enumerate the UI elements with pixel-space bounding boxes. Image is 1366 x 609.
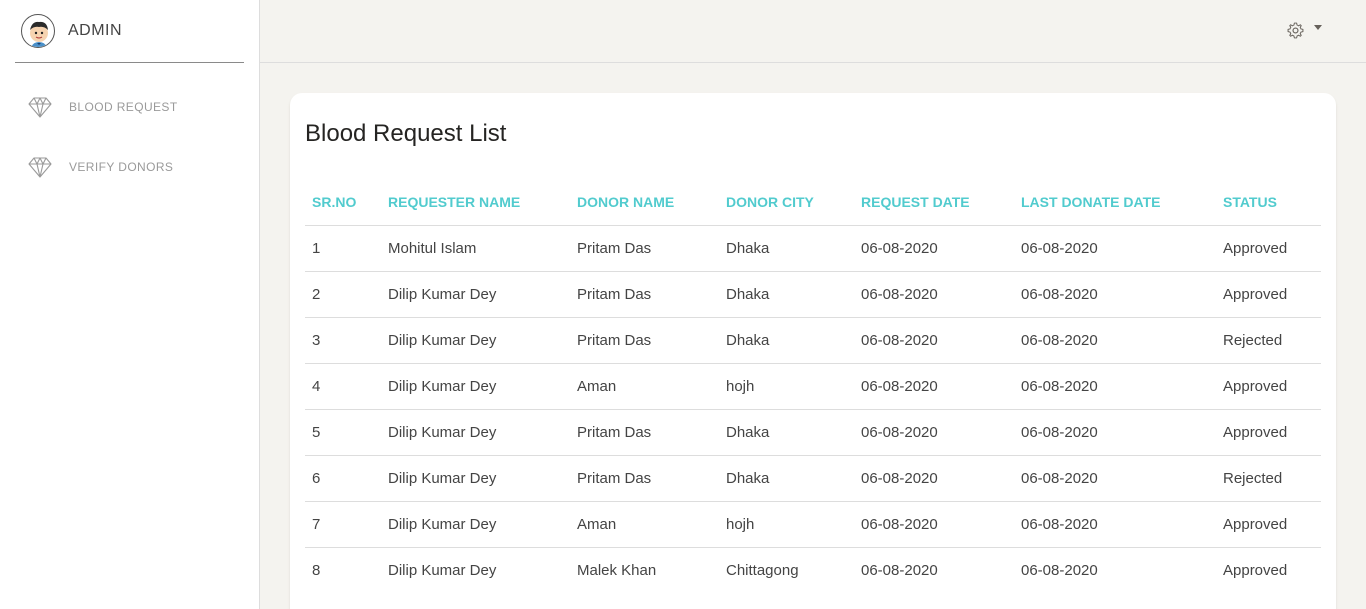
blood-request-table: SR.NO REQUESTER NAME DONOR NAME DONOR CITY R… bbox=[305, 179, 1321, 593]
table-row[interactable]: 4 Dilip Kumar Dey Aman hojh 06-08-2020 06-08-… bbox=[305, 362, 1321, 409]
avatar bbox=[21, 14, 55, 48]
table-cell: 06-08-2020 bbox=[854, 454, 1014, 501]
sidebar-nav: BLOOD REQUEST VERIFY DONORS bbox=[0, 77, 260, 197]
table-cell: Rejected bbox=[1216, 454, 1321, 501]
table-cell: 06-08-2020 bbox=[1014, 408, 1216, 455]
table-cell: 06-08-2020 bbox=[854, 408, 1014, 455]
table-cell: 06-08-2020 bbox=[1014, 546, 1216, 593]
table-row[interactable]: 3 Dilip Kumar Dey Pritam Das Dhaka 06-08-202… bbox=[305, 316, 1321, 363]
table-cell: 06-08-2020 bbox=[854, 546, 1014, 593]
sidebar-item-label: BLOOD REQUEST bbox=[69, 100, 178, 114]
table-cell: Dhaka bbox=[719, 408, 854, 455]
table-cell: Dilip Kumar Dey bbox=[381, 408, 570, 455]
table-cell: 06-08-2020 bbox=[1014, 500, 1216, 547]
table-cell: hojh bbox=[719, 362, 854, 409]
table-cell: Dilip Kumar Dey bbox=[381, 362, 570, 409]
table-cell: Rejected bbox=[1216, 316, 1321, 363]
table-cell: 3 bbox=[305, 316, 381, 363]
chevron-down-icon bbox=[1314, 25, 1322, 30]
table-cell: Malek Khan bbox=[570, 546, 719, 593]
sidebar: ADMIN BLOOD REQUEST VERIFY DONORS bbox=[0, 0, 260, 609]
table-cell: Pritam Das bbox=[570, 408, 719, 455]
table-cell: 06-08-2020 bbox=[854, 224, 1014, 271]
sidebar-item-label: VERIFY DONORS bbox=[69, 160, 174, 174]
table-cell: 06-08-2020 bbox=[1014, 224, 1216, 271]
settings-dropdown-button[interactable] bbox=[1287, 22, 1322, 39]
table-cell: 1 bbox=[305, 224, 381, 271]
table-cell: Approved bbox=[1216, 500, 1321, 547]
table-row[interactable]: 7 Dilip Kumar Dey Aman hojh 06-08-2020 06-08-… bbox=[305, 500, 1321, 547]
column-header: DONOR CITY bbox=[726, 193, 814, 210]
blood-request-card: Blood Request List SR.NO REQUESTER NAME DO… bbox=[290, 93, 1336, 609]
table-cell: Dilip Kumar Dey bbox=[381, 546, 570, 593]
column-header: DONOR NAME bbox=[577, 193, 675, 210]
brand-name: ADMIN bbox=[68, 22, 123, 39]
table-cell: Dilip Kumar Dey bbox=[381, 316, 570, 363]
table-header-row: SR.NO REQUESTER NAME DONOR NAME DONOR CITY R… bbox=[305, 179, 1321, 225]
table-cell: Mohitul Islam bbox=[381, 224, 570, 271]
table-cell: Pritam Das bbox=[570, 270, 719, 317]
sidebar-item-verify-donors[interactable]: VERIFY DONORS bbox=[0, 137, 260, 197]
table-cell: 4 bbox=[305, 362, 381, 409]
table-row[interactable]: 8 Dilip Kumar Dey Malek Khan Chittagong 06-0… bbox=[305, 546, 1321, 593]
brand[interactable]: ADMIN bbox=[15, 0, 244, 63]
table-row[interactable]: 1 Mohitul Islam Pritam Das Dhaka 06-08-2020 0… bbox=[305, 224, 1321, 271]
table-cell: hojh bbox=[719, 500, 854, 547]
table-cell: 6 bbox=[305, 454, 381, 501]
table-cell: 5 bbox=[305, 408, 381, 455]
table-row[interactable]: 6 Dilip Kumar Dey Pritam Das Dhaka 06-08-202… bbox=[305, 454, 1321, 501]
table-cell: Approved bbox=[1216, 224, 1321, 271]
table-cell: 8 bbox=[305, 546, 381, 593]
column-header: REQUEST DATE bbox=[861, 193, 970, 210]
table-cell: Dhaka bbox=[719, 224, 854, 271]
table-cell: 06-08-2020 bbox=[1014, 454, 1216, 501]
table-cell: 06-08-2020 bbox=[854, 316, 1014, 363]
table-cell: Dilip Kumar Dey bbox=[381, 454, 570, 501]
table-cell: 06-08-2020 bbox=[854, 362, 1014, 409]
table-cell: 06-08-2020 bbox=[854, 500, 1014, 547]
table-cell: Pritam Das bbox=[570, 454, 719, 501]
column-header: SR.NO bbox=[312, 193, 357, 210]
page-title: Blood Request List bbox=[305, 120, 507, 147]
table-cell: Approved bbox=[1216, 408, 1321, 455]
table-cell: Pritam Das bbox=[570, 224, 719, 271]
top-navbar bbox=[260, 0, 1366, 63]
table-cell: Dhaka bbox=[719, 316, 854, 363]
table-cell: Dilip Kumar Dey bbox=[381, 270, 570, 317]
table-cell: 2 bbox=[305, 270, 381, 317]
table-cell: Approved bbox=[1216, 270, 1321, 317]
table-cell: Dhaka bbox=[719, 270, 854, 317]
table-cell: Dhaka bbox=[719, 454, 854, 501]
table-cell: 06-08-2020 bbox=[1014, 362, 1216, 409]
table-cell: 06-08-2020 bbox=[854, 270, 1014, 317]
table-cell: 06-08-2020 bbox=[1014, 316, 1216, 363]
table-cell: Chittagong bbox=[719, 546, 854, 593]
table-cell: Aman bbox=[570, 362, 719, 409]
diamond-icon bbox=[28, 157, 52, 178]
diamond-icon bbox=[28, 97, 52, 118]
table-cell: 06-08-2020 bbox=[1014, 270, 1216, 317]
gear-icon bbox=[1287, 22, 1304, 39]
table-cell: Approved bbox=[1216, 362, 1321, 409]
table-cell: Pritam Das bbox=[570, 316, 719, 363]
table-cell: Approved bbox=[1216, 546, 1321, 593]
table-cell: Dilip Kumar Dey bbox=[381, 500, 570, 547]
column-header: STATUS bbox=[1223, 193, 1277, 210]
table-cell: Aman bbox=[570, 500, 719, 547]
table-cell: 7 bbox=[305, 500, 381, 547]
table-row[interactable]: 5 Dilip Kumar Dey Pritam Das Dhaka 06-08-202… bbox=[305, 408, 1321, 455]
column-header: LAST DONATE DATE bbox=[1021, 193, 1161, 210]
table-body: 1 Mohitul Islam Pritam Das Dhaka 06-08-2020 0… bbox=[305, 224, 1321, 593]
sidebar-item-blood-request[interactable]: BLOOD REQUEST bbox=[0, 77, 260, 137]
table-row[interactable]: 2 Dilip Kumar Dey Pritam Das Dhaka 06-08-202… bbox=[305, 270, 1321, 317]
column-header: REQUESTER NAME bbox=[388, 193, 521, 210]
